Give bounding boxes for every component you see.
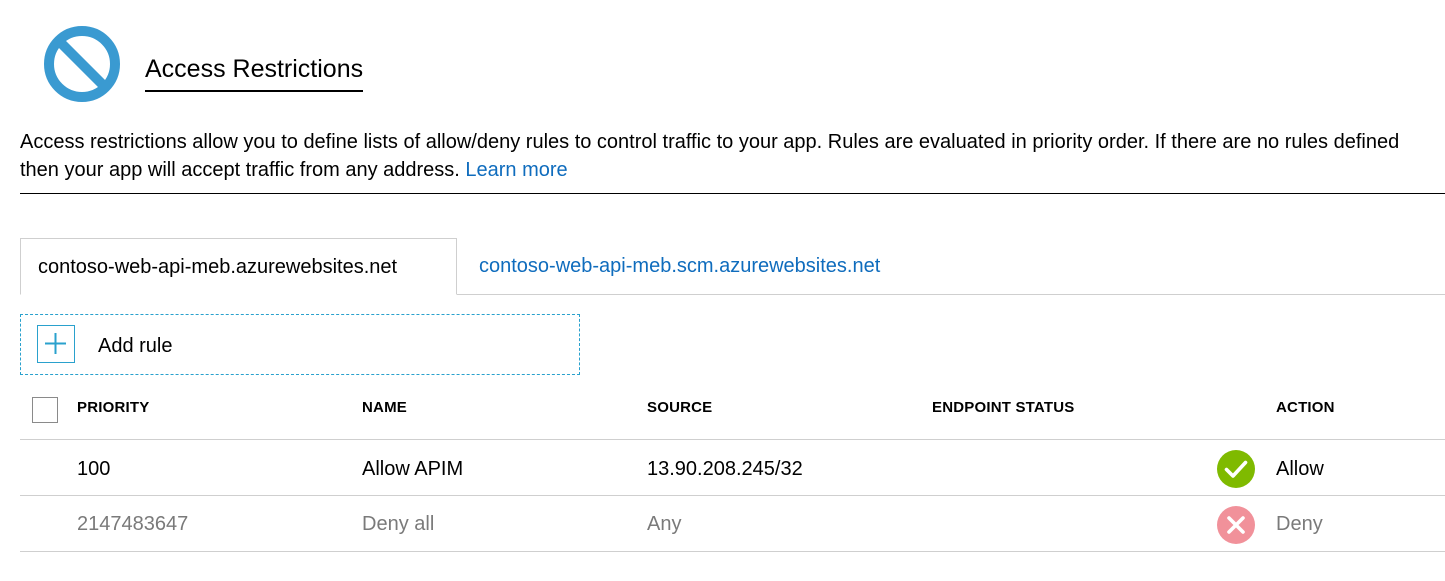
- plus-icon: [37, 325, 75, 363]
- add-rule-button[interactable]: Add rule: [20, 314, 580, 375]
- blocked-circle-icon: [44, 26, 120, 102]
- column-header-source[interactable]: SOURCE: [647, 397, 712, 419]
- cell-action: Deny: [1276, 513, 1323, 535]
- row-divider: [20, 495, 1445, 496]
- tab-main-site[interactable]: contoso-web-api-meb.azurewebsites.net: [20, 238, 457, 295]
- cell-name: Deny all: [362, 513, 435, 535]
- page-title: Access Restrictions: [145, 53, 364, 92]
- column-header-endpoint-status[interactable]: ENDPOINT STATUS: [932, 397, 1074, 419]
- add-rule-label: Add rule: [98, 335, 173, 357]
- checkmark-circle-icon: [1217, 450, 1255, 488]
- description-line-2: then your app will accept traffic from a…: [20, 156, 1445, 184]
- cell-source: Any: [647, 513, 682, 535]
- select-all-checkbox[interactable]: [32, 397, 58, 423]
- cell-name: Allow APIM: [362, 458, 464, 480]
- tab-scm-site[interactable]: contoso-web-api-meb.scm.azurewebsites.ne…: [479, 238, 880, 294]
- cell-source: 13.90.208.245/32: [647, 458, 803, 480]
- cell-priority: 2147483647: [77, 513, 189, 535]
- x-circle-icon: [1217, 506, 1255, 544]
- learn-more-link[interactable]: Learn more: [465, 159, 567, 181]
- description-line-1: Access restrictions allow you to define …: [20, 131, 1400, 153]
- table-header-divider: [20, 439, 1445, 440]
- description: Access restrictions allow you to define …: [20, 128, 1445, 184]
- cell-action: Allow: [1276, 458, 1324, 480]
- row-divider: [20, 551, 1445, 552]
- column-header-priority[interactable]: PRIORITY: [77, 397, 149, 419]
- cell-priority: 100: [77, 458, 111, 480]
- description-line-2-text: then your app will accept traffic from a…: [20, 159, 460, 181]
- column-header-name[interactable]: NAME: [362, 397, 407, 419]
- section-divider: [20, 193, 1445, 194]
- column-header-action[interactable]: ACTION: [1276, 397, 1335, 419]
